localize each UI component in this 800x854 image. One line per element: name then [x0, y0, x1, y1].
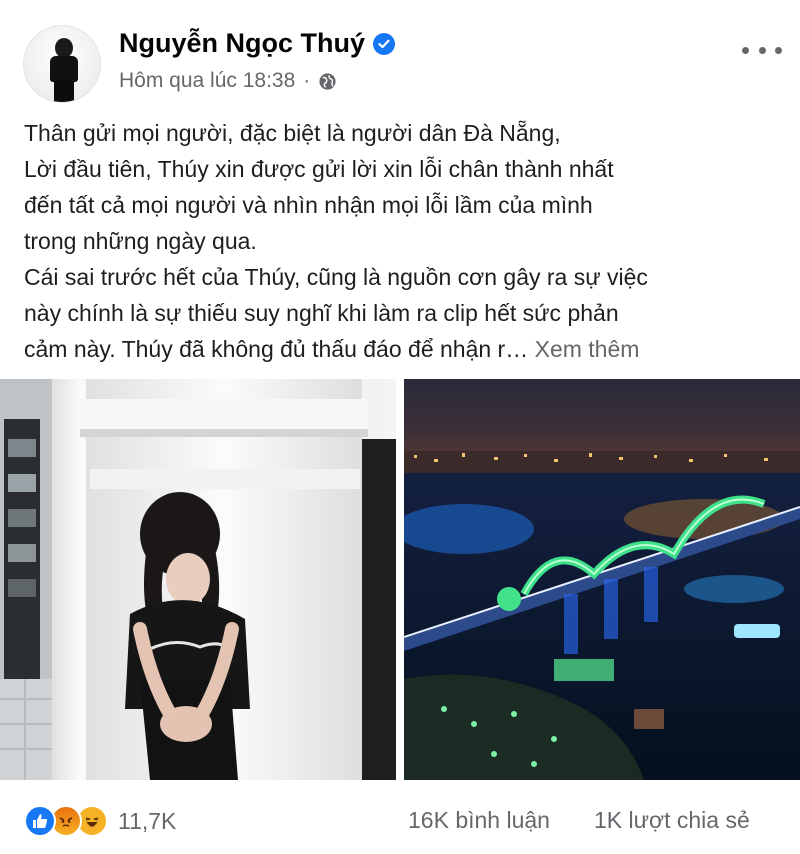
author-row: Nguyễn Ngọc Thuý [119, 28, 396, 59]
see-more-link[interactable]: Xem thêm [535, 336, 640, 362]
globe-icon[interactable] [318, 72, 337, 91]
shares-count-link[interactable]: 1K lượt chia sẻ [594, 807, 750, 834]
post-body-line: đến tất cả mọi người và nhìn nhận mọi lỗ… [24, 192, 593, 218]
verified-badge-icon [373, 32, 396, 55]
post-body-last-line: cảm này. Thúy đã không đủ thấu đáo để nh… [24, 331, 784, 367]
comments-count-link[interactable]: 16K bình luận [408, 807, 550, 834]
photo-woman-bowing[interactable] [0, 379, 396, 780]
photo-dragon-bridge-night[interactable] [404, 379, 800, 780]
post-body: Thân gửi mọi người, đặc biệt là người dâ… [24, 115, 784, 367]
meta-separator: · [303, 69, 311, 92]
author-name[interactable]: Nguyễn Ngọc Thuý [119, 28, 365, 59]
post-body-line: Thân gửi mọi người, đặc biệt là người dâ… [24, 120, 561, 146]
avatar[interactable] [23, 25, 101, 103]
post-body-line: Cái sai trước hết của Thúy, cũng là nguồ… [24, 264, 648, 290]
post-meta: Hôm qua lúc 18:38 · [119, 69, 337, 93]
post-body-line: trong những ngày qua. [24, 228, 257, 254]
photo-grid [0, 379, 800, 780]
post-body-line: Lời đầu tiên, Thúy xin được gửi lời xin … [24, 156, 614, 182]
like-icon [24, 805, 56, 837]
reaction-count: 11,7K [118, 807, 177, 834]
post-body-line: này chính là sự thiếu suy nghĩ khi làm r… [24, 300, 619, 326]
post-stats-bar: 11,7K 16K bình luận 1K lượt chia sẻ [0, 790, 800, 850]
post-body-line: cảm này. Thúy đã không đủ thấu đáo để nh… [24, 336, 535, 362]
post-timestamp[interactable]: Hôm qua lúc 18:38 [119, 69, 295, 93]
more-options-icon[interactable] [742, 36, 782, 64]
post-header: Nguyễn Ngọc Thuý Hôm qua lúc 18:38 · [0, 0, 800, 112]
reactions-summary[interactable]: 11,7K [24, 804, 176, 838]
